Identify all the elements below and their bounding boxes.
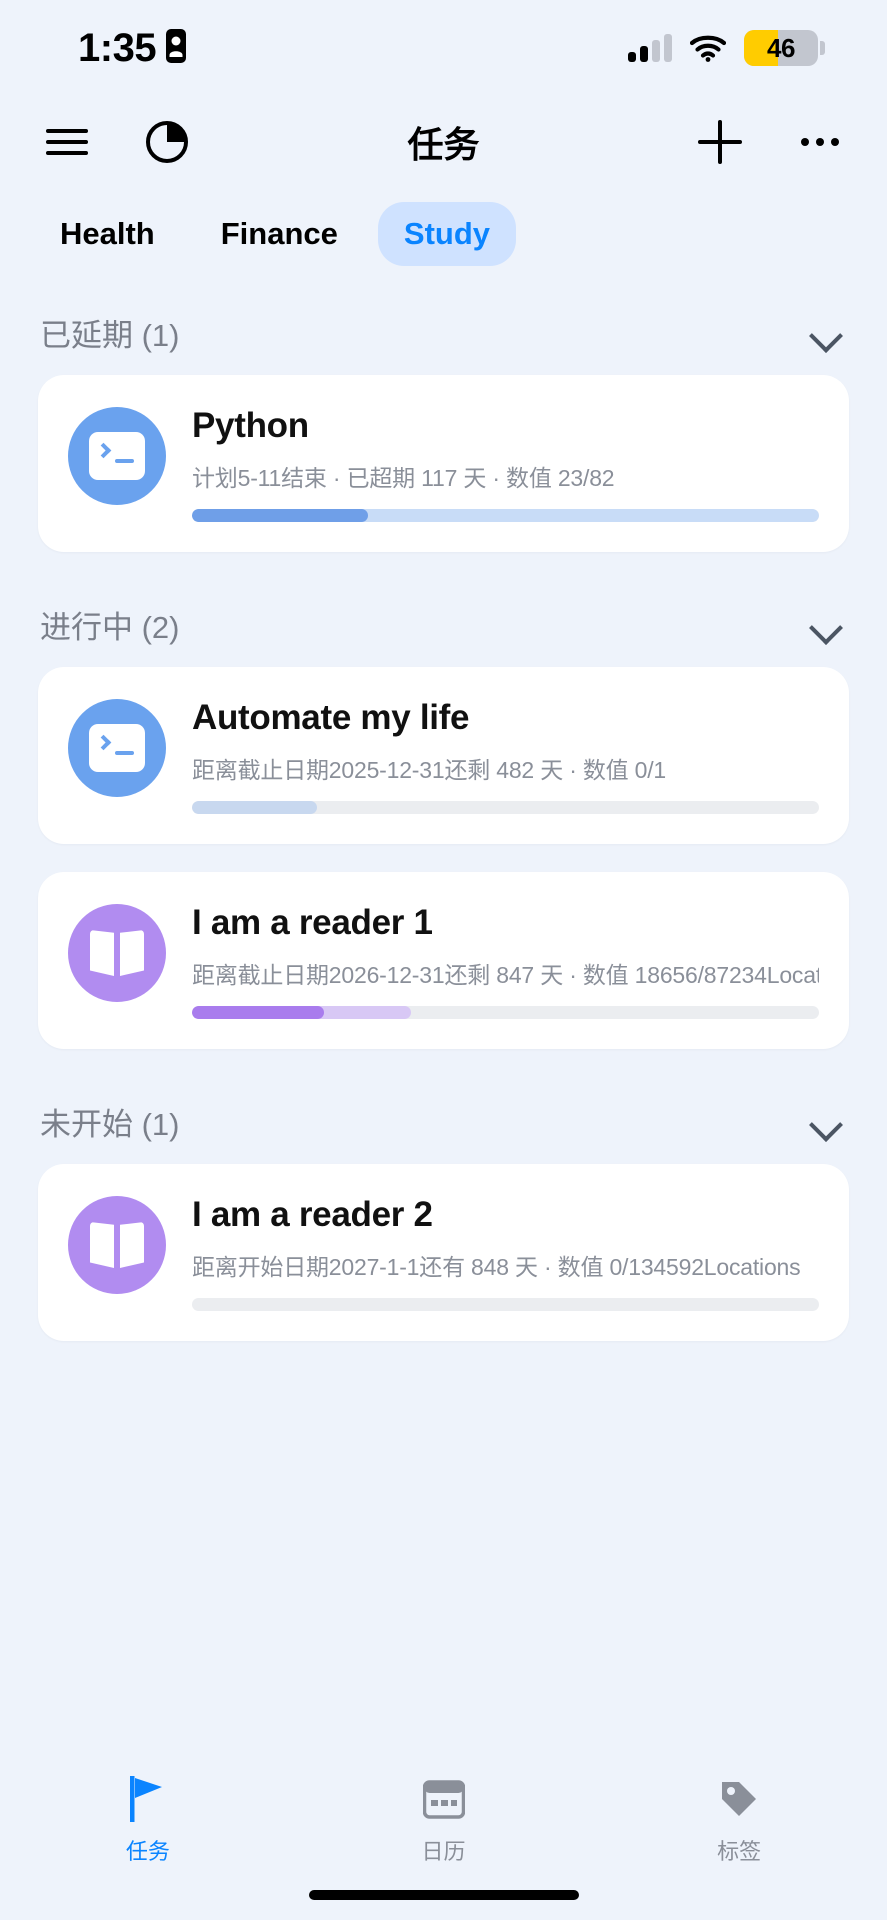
task-card[interactable]: Python 计划5-11结束 · 已超期 117 天 · 数值 23/82 (38, 375, 849, 552)
task-card-body: I am a reader 1 距离截止日期2026-12-31还剩 847 天… (192, 900, 819, 1019)
tabbar-label: 标签 (717, 1839, 762, 1864)
task-title: I am a reader 1 (192, 903, 433, 942)
tabbar-label: 任务 (125, 1839, 170, 1864)
task-card-body: I am a reader 2 距离开始日期2027-1-1还有 848 天 ·… (192, 1192, 819, 1311)
section-title: 进行中 (2) (40, 610, 180, 645)
task-subtitle: 距离截止日期2026-12-31还剩 847 天 · 数值 18656/8723… (192, 962, 819, 988)
tabbar-item-tags[interactable]: 标签 (591, 1776, 887, 1866)
tabbar-item-calendar[interactable]: 日历 (296, 1776, 592, 1866)
status-bar-left: 1:35 (78, 25, 187, 71)
battery-indicator: 46 (744, 30, 825, 66)
navbar-right-actions (691, 113, 849, 171)
tabbar-item-tasks[interactable]: 任务 (0, 1776, 296, 1866)
task-icon-avatar (68, 904, 166, 1002)
task-subtitle: 计划5-11结束 · 已超期 117 天 · 数值 23/82 (192, 465, 615, 491)
navbar-left-actions (38, 113, 196, 171)
task-card-body: Automate my life 距离截止日期2025-12-31还剩 482 … (192, 695, 819, 814)
category-tab-finance[interactable]: Finance (195, 202, 364, 266)
task-card[interactable]: Automate my life 距离截止日期2025-12-31还剩 482 … (38, 667, 849, 844)
progress-fill (192, 509, 368, 522)
task-card[interactable]: I am a reader 1 距离截止日期2026-12-31还剩 847 天… (38, 872, 849, 1049)
task-subtitle: 距离截止日期2025-12-31还剩 482 天 · 数值 0/1 (192, 757, 667, 783)
status-bar-right: 46 (628, 30, 825, 66)
section-header-overdue[interactable]: 已延期 (1) (0, 288, 887, 375)
task-progress-bar (192, 1006, 819, 1019)
progress-fill (192, 1006, 324, 1019)
category-tabs: Health Finance Study (0, 188, 887, 288)
tag-icon (718, 1776, 760, 1822)
section-title: 已延期 (1) (40, 318, 180, 353)
flag-icon (128, 1776, 168, 1822)
book-icon (90, 930, 144, 976)
task-icon-avatar (68, 699, 166, 797)
task-subtitle: 距离开始日期2027-1-1还有 848 天 · 数值 0/134592Loca… (192, 1254, 801, 1280)
terminal-icon (89, 724, 145, 772)
task-title: Automate my life (192, 698, 470, 737)
top-navbar: 任务 (0, 96, 887, 188)
task-title: Python (192, 406, 309, 445)
tabbar-label: 日历 (421, 1839, 466, 1864)
task-icon-avatar (68, 407, 166, 505)
battery-cap (820, 41, 825, 55)
section-title: 未开始 (1) (40, 1107, 180, 1142)
cellular-signal-icon (628, 34, 672, 62)
more-horizontal-icon[interactable] (791, 113, 849, 171)
terminal-icon (89, 432, 145, 480)
pie-chart-icon[interactable] (138, 113, 196, 171)
calendar-icon (422, 1776, 465, 1822)
progress-track (192, 801, 318, 814)
category-tab-study[interactable]: Study (377, 202, 517, 266)
task-progress-bar (192, 509, 819, 522)
hamburger-menu-icon[interactable] (38, 113, 96, 171)
plus-icon[interactable] (691, 113, 749, 171)
lock-portrait-icon (166, 28, 187, 68)
task-icon-avatar (68, 1196, 166, 1294)
task-progress-bar (192, 801, 819, 814)
chevron-down-icon[interactable] (811, 616, 841, 634)
task-progress-bar (192, 1298, 819, 1311)
task-title: I am a reader 2 (192, 1195, 433, 1234)
home-indicator (308, 1890, 579, 1900)
section-header-in-progress[interactable]: 进行中 (2) (0, 580, 887, 667)
chevron-down-icon[interactable] (811, 1113, 841, 1131)
task-list: 已延期 (1) Python 计划5-11结束 · 已超期 117 天 · 数值… (0, 288, 887, 1341)
section-header-not-started[interactable]: 未开始 (1) (0, 1077, 887, 1164)
status-time: 1:35 (78, 25, 157, 70)
chevron-down-icon[interactable] (811, 324, 841, 342)
category-tab-health[interactable]: Health (34, 202, 181, 266)
task-card[interactable]: I am a reader 2 距离开始日期2027-1-1还有 848 天 ·… (38, 1164, 849, 1341)
wifi-icon (689, 34, 727, 62)
battery-level: 46 (767, 32, 795, 63)
task-card-body: Python 计划5-11结束 · 已超期 117 天 · 数值 23/82 (192, 403, 819, 522)
book-icon (90, 1222, 144, 1268)
status-bar: 1:35 46 (0, 0, 887, 96)
bottom-tabbar: 任务 日历 标签 (0, 1750, 887, 1920)
battery-body: 46 (744, 30, 818, 66)
